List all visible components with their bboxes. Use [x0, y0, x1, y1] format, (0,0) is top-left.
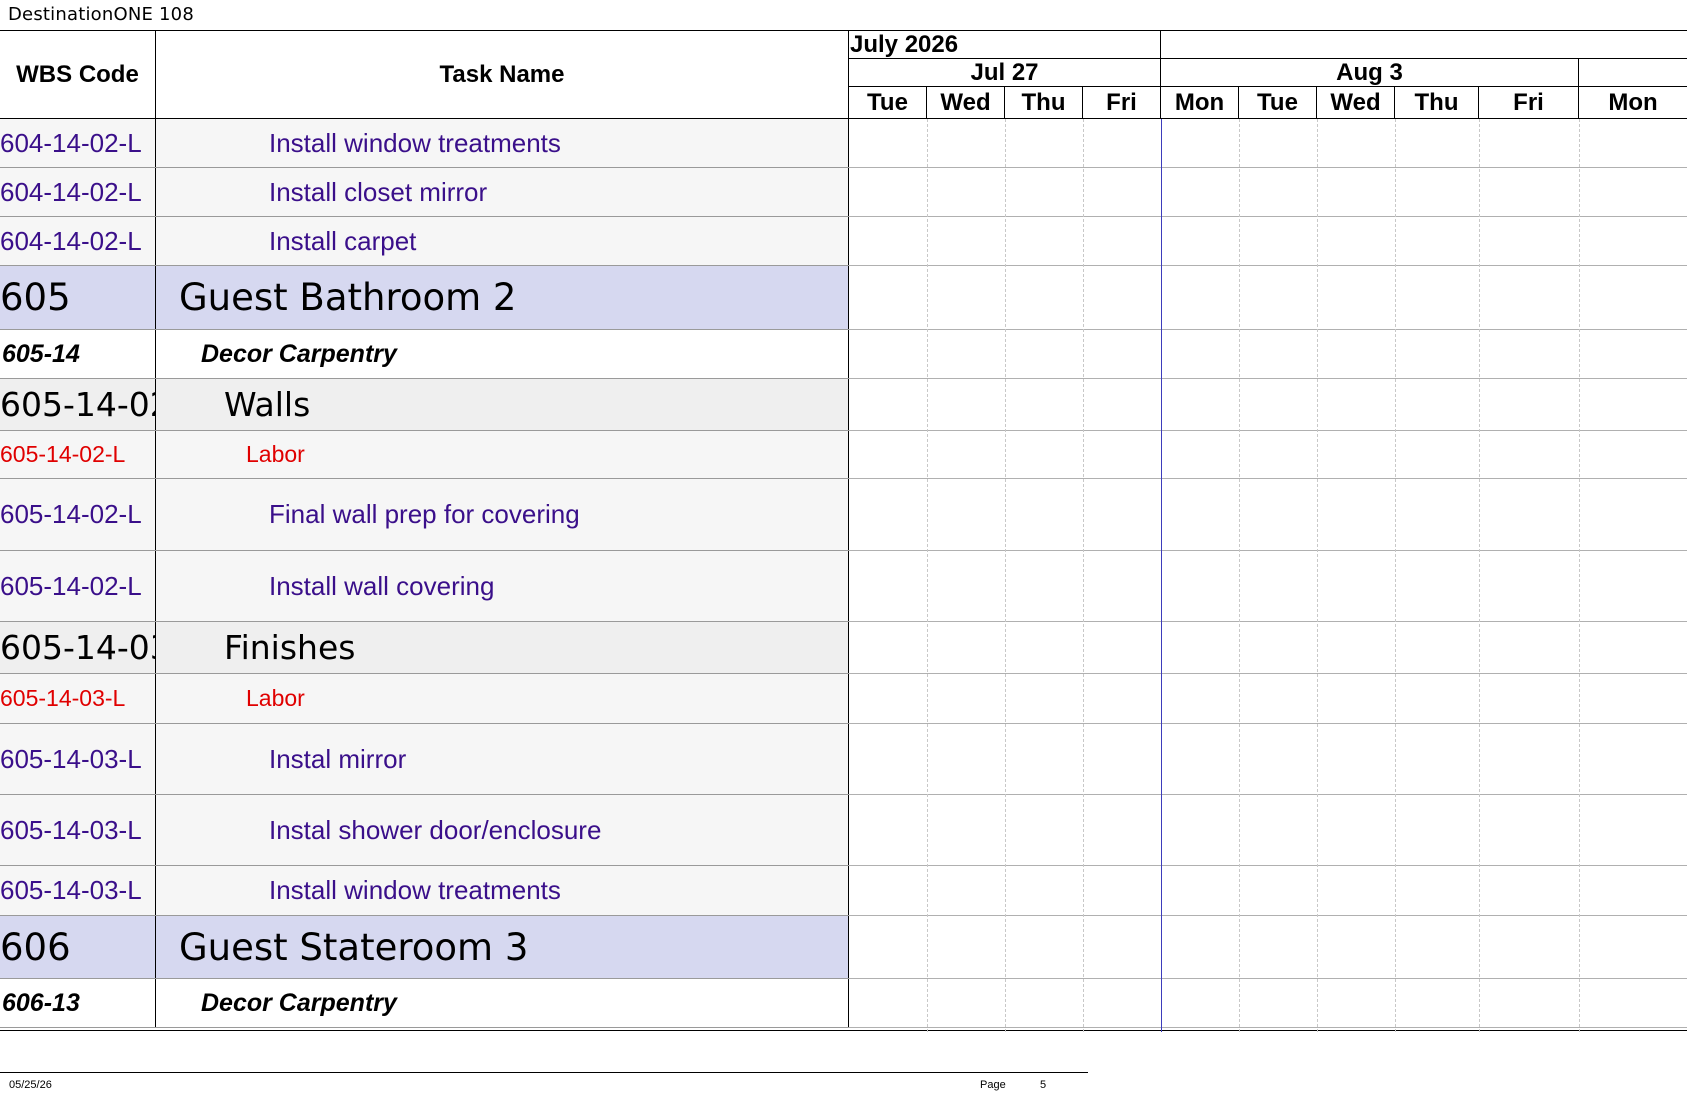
task-name-cell: Walls: [156, 379, 849, 430]
gantt-row[interactable]: [849, 119, 1687, 168]
timescale-day: Tue: [1239, 87, 1317, 119]
table-row[interactable]: 605-14-02-L Install wall covering: [0, 551, 849, 622]
gantt-row[interactable]: [849, 168, 1687, 217]
timescale-day: Thu: [1005, 87, 1083, 119]
task-name-cell: Finishes: [156, 622, 849, 673]
task-name-cell: Install closet mirror: [156, 168, 849, 216]
table-row[interactable]: 606-13 Decor Carpentry: [0, 979, 849, 1028]
gantt-row[interactable]: [849, 916, 1687, 979]
table-row[interactable]: 605-14 Decor Carpentry: [0, 330, 849, 379]
timescale-header: July 2026 Jul 27 Aug 3 Tue Wed Thu Fri M…: [849, 31, 1687, 119]
day-gridline: [1083, 119, 1084, 1032]
task-name-cell: Decor Carpentry: [156, 979, 849, 1027]
gantt-row[interactable]: [849, 431, 1687, 479]
task-name-cell: Instal shower door/enclosure: [156, 795, 849, 865]
gantt-row[interactable]: [849, 479, 1687, 551]
task-name-cell: Install carpet: [156, 217, 849, 265]
gantt-row[interactable]: [849, 266, 1687, 330]
day-gridline: [1395, 119, 1396, 1032]
gantt-sheet: WBS Code Task Name July 2026 Jul 27 Aug …: [0, 30, 1687, 1032]
week-gridline: [1161, 119, 1162, 1032]
wbs-code-cell: 605-14-02: [0, 379, 156, 430]
wbs-code-cell: 605-14-02-L: [0, 479, 156, 550]
wbs-code-cell: 605-14-03-L: [0, 674, 156, 723]
gantt-row[interactable]: [849, 795, 1687, 866]
wbs-code-cell: 605-14-02-L: [0, 551, 156, 621]
gantt-row[interactable]: [849, 866, 1687, 916]
wbs-code-cell: 606: [0, 916, 156, 978]
gantt-row[interactable]: [849, 551, 1687, 622]
timescale-day: Thu: [1395, 87, 1479, 119]
footer-page-number: 5: [1040, 1079, 1047, 1091]
table-row[interactable]: 604-14-02-L Install closet mirror: [0, 168, 849, 217]
wbs-code-cell: 606-13: [0, 979, 156, 1027]
wbs-code-cell: 605-14-03-L: [0, 866, 156, 915]
document-title: DestinationONE 108: [8, 4, 194, 25]
day-gridline: [1579, 119, 1580, 1032]
gantt-row[interactable]: [849, 330, 1687, 379]
timescale-week: Jul 27: [849, 59, 1161, 87]
timescale-week-blank: [1579, 59, 1687, 87]
footer-date: 05/25/26: [9, 1079, 52, 1091]
table-row[interactable]: 605-14-03-L Install window treatments: [0, 866, 849, 916]
footer-page-label: Page: [980, 1079, 1006, 1091]
timescale-day: Wed: [927, 87, 1005, 119]
task-table: 604-14-02-L Install window treatments 604-…: [0, 119, 849, 1028]
task-name-cell: Guest Bathroom 2: [156, 266, 849, 329]
day-gridline: [1239, 119, 1240, 1032]
task-name-cell: Decor Carpentry: [156, 330, 849, 378]
timescale-month: July 2026: [849, 31, 1161, 59]
task-name-cell: Install window treatments: [156, 119, 849, 167]
wbs-code-cell: 604-14-02-L: [0, 217, 156, 265]
table-row[interactable]: 605-14-03-L Labor: [0, 674, 849, 724]
task-name-cell: Labor: [156, 431, 849, 478]
table-row[interactable]: 604-14-02-L Install carpet: [0, 217, 849, 266]
timescale-day: Wed: [1317, 87, 1395, 119]
day-gridline: [1005, 119, 1006, 1032]
wbs-code-cell: 605-14-03-L: [0, 724, 156, 794]
table-row[interactable]: 605-14-02 Walls: [0, 379, 849, 431]
day-gridline: [1479, 119, 1480, 1032]
task-name-cell: Guest Stateroom 3: [156, 916, 849, 978]
task-name-cell: Final wall prep for covering: [156, 479, 849, 550]
wbs-code-cell: 605-14-02-L: [0, 431, 156, 478]
wbs-code-cell: 605-14: [0, 330, 156, 378]
table-row[interactable]: 605-14-03-L Instal shower door/enclosure: [0, 795, 849, 866]
footer-divider: [0, 1072, 1088, 1073]
table-row[interactable]: 605-14-02-L Final wall prep for covering: [0, 479, 849, 551]
task-name-cell: Install window treatments: [156, 866, 849, 915]
wbs-code-cell: 604-14-02-L: [0, 168, 156, 216]
timescale-day: Mon: [1161, 87, 1239, 119]
day-gridline: [927, 119, 928, 1032]
timescale-day: Fri: [1083, 87, 1161, 119]
timescale-day: Mon: [1579, 87, 1687, 119]
gantt-chart-area[interactable]: [849, 119, 1687, 1028]
wbs-code-cell: 604-14-02-L: [0, 119, 156, 167]
gantt-row[interactable]: [849, 979, 1687, 1028]
table-row[interactable]: 606 Guest Stateroom 3: [0, 916, 849, 979]
task-name-cell: Labor: [156, 674, 849, 723]
timescale-week: Aug 3: [1161, 59, 1579, 87]
timescale-month-blank: [1161, 31, 1687, 59]
table-row[interactable]: 605 Guest Bathroom 2: [0, 266, 849, 330]
gantt-row[interactable]: [849, 379, 1687, 431]
gantt-row[interactable]: [849, 217, 1687, 266]
table-row[interactable]: 605-14-03 Finishes: [0, 622, 849, 674]
table-row[interactable]: 604-14-02-L Install window treatments: [0, 119, 849, 168]
task-name-cell: Install wall covering: [156, 551, 849, 621]
wbs-code-cell: 605-14-03: [0, 622, 156, 673]
day-gridline: [1317, 119, 1318, 1032]
wbs-column-header[interactable]: WBS Code: [0, 31, 156, 119]
timescale-day: Tue: [849, 87, 927, 119]
task-name-column-header[interactable]: Task Name: [156, 31, 849, 119]
gantt-row[interactable]: [849, 622, 1687, 674]
wbs-code-cell: 605-14-03-L: [0, 795, 156, 865]
wbs-code-cell: 605: [0, 266, 156, 329]
timescale-day: Fri: [1479, 87, 1579, 119]
gantt-row[interactable]: [849, 674, 1687, 724]
gantt-row[interactable]: [849, 724, 1687, 795]
table-row[interactable]: 605-14-02-L Labor: [0, 431, 849, 479]
task-name-cell: Instal mirror: [156, 724, 849, 794]
table-row[interactable]: 605-14-03-L Instal mirror: [0, 724, 849, 795]
